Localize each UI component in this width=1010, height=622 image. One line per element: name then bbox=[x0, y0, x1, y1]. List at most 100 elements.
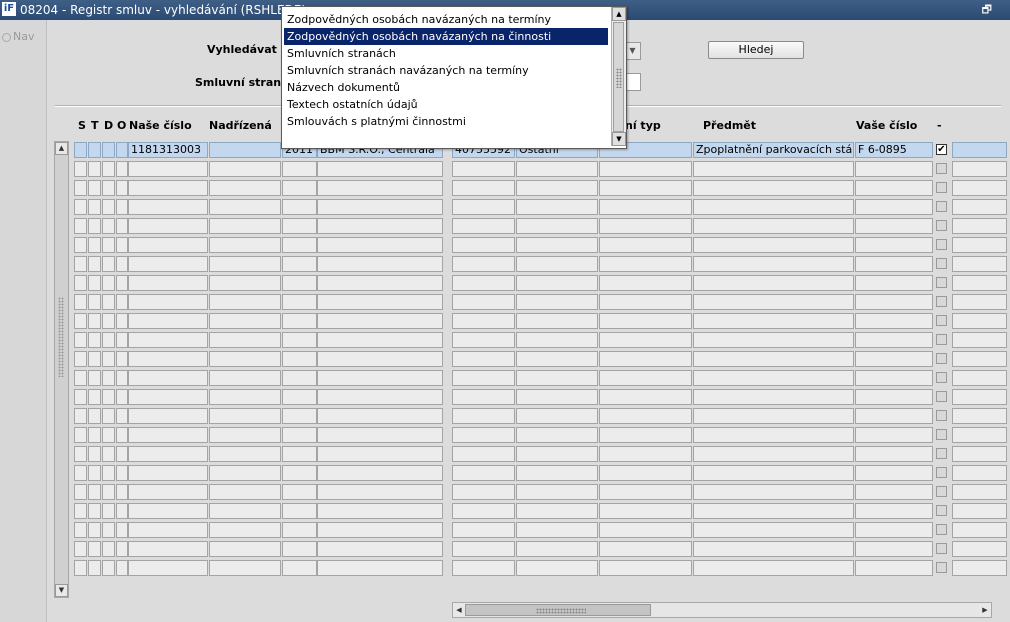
predmet-cell[interactable] bbox=[693, 446, 854, 462]
row-checkbox[interactable] bbox=[936, 372, 947, 383]
kind-cell[interactable] bbox=[516, 427, 598, 443]
extra-cell[interactable] bbox=[952, 351, 1007, 367]
flag-t-cell[interactable] bbox=[88, 161, 101, 177]
extra-cell[interactable] bbox=[952, 541, 1007, 557]
row-checkbox[interactable] bbox=[936, 258, 947, 269]
flag-d-cell[interactable] bbox=[102, 503, 115, 519]
ico-cell[interactable] bbox=[452, 256, 515, 272]
flag-d-cell[interactable] bbox=[102, 389, 115, 405]
kind-cell[interactable] bbox=[516, 332, 598, 348]
ico-cell[interactable] bbox=[452, 541, 515, 557]
row-checkbox[interactable] bbox=[936, 562, 947, 573]
flag-o-cell[interactable] bbox=[116, 142, 128, 158]
extra-cell[interactable] bbox=[952, 161, 1007, 177]
year-cell[interactable] bbox=[282, 199, 317, 215]
flag-o-cell[interactable] bbox=[116, 161, 128, 177]
year-cell[interactable] bbox=[282, 256, 317, 272]
party-cell[interactable] bbox=[317, 389, 443, 405]
flag-s-cell[interactable] bbox=[74, 332, 87, 348]
row-checkbox[interactable]: ✔ bbox=[936, 144, 947, 155]
flag-d-cell[interactable] bbox=[102, 465, 115, 481]
flag-d-cell[interactable] bbox=[102, 142, 115, 158]
vase-cislo-cell[interactable] bbox=[855, 237, 933, 253]
nase-cislo-cell[interactable] bbox=[128, 218, 208, 234]
kind-cell[interactable] bbox=[516, 199, 598, 215]
type-cell[interactable] bbox=[599, 465, 692, 481]
party-cell[interactable] bbox=[317, 199, 443, 215]
dropdown-option[interactable]: Názvech dokumentů bbox=[284, 79, 608, 96]
flag-o-cell[interactable] bbox=[116, 180, 128, 196]
nase-cislo-cell[interactable] bbox=[128, 370, 208, 386]
vase-cislo-cell[interactable] bbox=[855, 275, 933, 291]
horizontal-scroll-thumb[interactable] bbox=[465, 604, 651, 616]
scroll-left-icon[interactable]: ◀ bbox=[453, 603, 465, 617]
type-cell[interactable] bbox=[599, 370, 692, 386]
flag-t-cell[interactable] bbox=[88, 389, 101, 405]
flag-t-cell[interactable] bbox=[88, 218, 101, 234]
year-cell[interactable] bbox=[282, 275, 317, 291]
predmet-cell[interactable] bbox=[693, 313, 854, 329]
predmet-cell[interactable] bbox=[693, 218, 854, 234]
party-cell[interactable] bbox=[317, 465, 443, 481]
flag-s-cell[interactable] bbox=[74, 560, 87, 576]
flag-t-cell[interactable] bbox=[88, 370, 101, 386]
flag-o-cell[interactable] bbox=[116, 484, 128, 500]
flag-o-cell[interactable] bbox=[116, 256, 128, 272]
type-cell[interactable] bbox=[599, 294, 692, 310]
year-cell[interactable] bbox=[282, 294, 317, 310]
predmet-cell[interactable] bbox=[693, 427, 854, 443]
flag-t-cell[interactable] bbox=[88, 294, 101, 310]
flag-t-cell[interactable] bbox=[88, 522, 101, 538]
predmet-cell[interactable] bbox=[693, 237, 854, 253]
type-cell[interactable] bbox=[599, 161, 692, 177]
flag-d-cell[interactable] bbox=[102, 218, 115, 234]
flag-o-cell[interactable] bbox=[116, 408, 128, 424]
party-cell[interactable] bbox=[317, 218, 443, 234]
vase-cislo-cell[interactable] bbox=[855, 503, 933, 519]
flag-t-cell[interactable] bbox=[88, 351, 101, 367]
dropdown-option[interactable]: Zodpovědných osobách navázaných na činno… bbox=[284, 28, 608, 45]
nase-cislo-cell[interactable] bbox=[128, 161, 208, 177]
type-cell[interactable] bbox=[599, 503, 692, 519]
flag-s-cell[interactable] bbox=[74, 465, 87, 481]
vase-cislo-cell[interactable] bbox=[855, 256, 933, 272]
scroll-up-icon[interactable]: ▲ bbox=[55, 142, 68, 155]
nase-cislo-cell[interactable] bbox=[128, 484, 208, 500]
dropdown-scroll-down-icon[interactable]: ▼ bbox=[612, 132, 626, 146]
ico-cell[interactable] bbox=[452, 199, 515, 215]
flag-o-cell[interactable] bbox=[116, 503, 128, 519]
flag-t-cell[interactable] bbox=[88, 465, 101, 481]
dropdown-option[interactable]: Smlouvách s platnými činnostmi bbox=[284, 113, 608, 130]
flag-d-cell[interactable] bbox=[102, 351, 115, 367]
kind-cell[interactable] bbox=[516, 484, 598, 500]
dropdown-scroll-up-icon[interactable]: ▲ bbox=[612, 7, 626, 21]
flag-s-cell[interactable] bbox=[74, 275, 87, 291]
flag-s-cell[interactable] bbox=[74, 541, 87, 557]
year-cell[interactable] bbox=[282, 370, 317, 386]
flag-o-cell[interactable] bbox=[116, 446, 128, 462]
party-cell[interactable] bbox=[317, 370, 443, 386]
flag-d-cell[interactable] bbox=[102, 446, 115, 462]
ico-cell[interactable] bbox=[452, 161, 515, 177]
predmet-cell[interactable] bbox=[693, 370, 854, 386]
flag-t-cell[interactable] bbox=[88, 237, 101, 253]
extra-cell[interactable] bbox=[952, 180, 1007, 196]
vase-cislo-cell[interactable] bbox=[855, 294, 933, 310]
flag-s-cell[interactable] bbox=[74, 294, 87, 310]
ico-cell[interactable] bbox=[452, 275, 515, 291]
nadrizena-cell[interactable] bbox=[209, 218, 281, 234]
flag-o-cell[interactable] bbox=[116, 389, 128, 405]
predmet-cell[interactable] bbox=[693, 541, 854, 557]
kind-cell[interactable] bbox=[516, 408, 598, 424]
flag-d-cell[interactable] bbox=[102, 313, 115, 329]
nase-cislo-cell[interactable] bbox=[128, 237, 208, 253]
vase-cislo-cell[interactable] bbox=[855, 161, 933, 177]
year-cell[interactable] bbox=[282, 351, 317, 367]
year-cell[interactable] bbox=[282, 332, 317, 348]
year-cell[interactable] bbox=[282, 218, 317, 234]
vase-cislo-cell[interactable] bbox=[855, 408, 933, 424]
flag-s-cell[interactable] bbox=[74, 180, 87, 196]
party-cell[interactable] bbox=[317, 332, 443, 348]
ico-cell[interactable] bbox=[452, 484, 515, 500]
party-cell[interactable] bbox=[317, 351, 443, 367]
